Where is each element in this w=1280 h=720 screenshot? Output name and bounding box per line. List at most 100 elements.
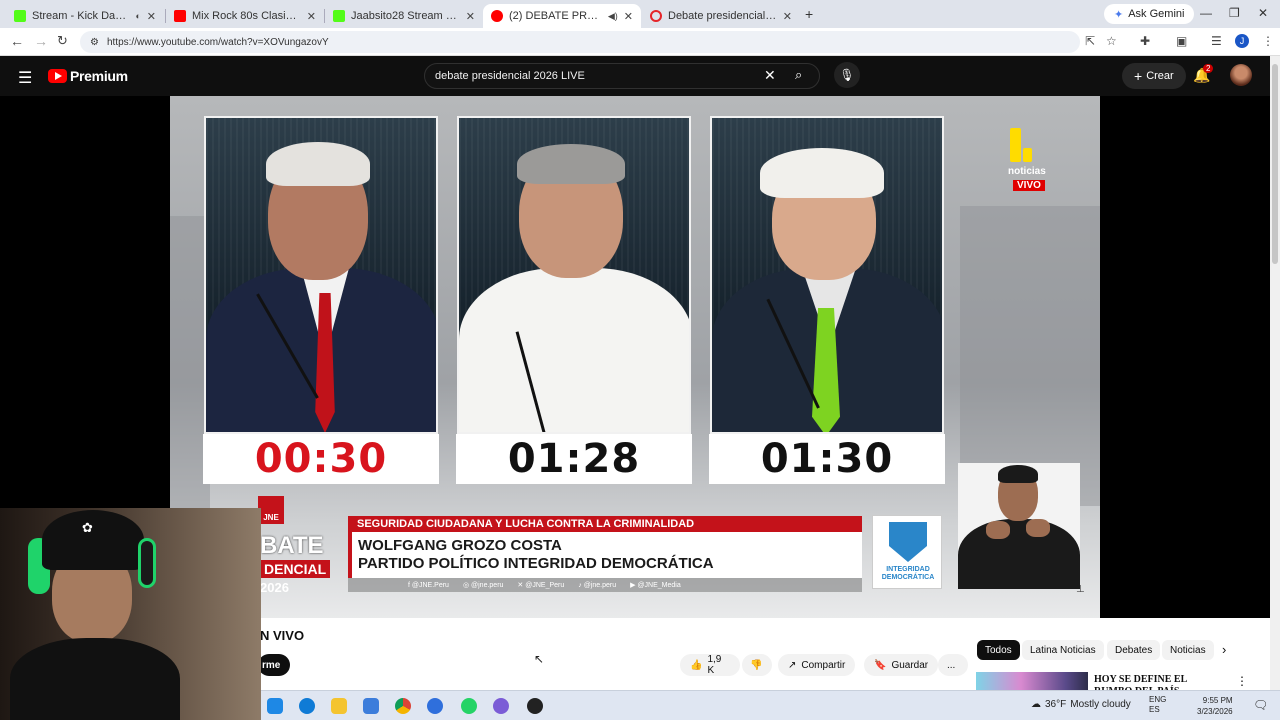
x-handle: ✕ @JNE_Peru	[517, 582, 565, 589]
youtube-favicon-icon	[491, 10, 503, 22]
recommended-video-title[interactable]: HOY SE DEFINE EL RUMBO DEL PAÍS	[1094, 674, 1214, 690]
youtube-logo-icon[interactable]	[48, 69, 67, 83]
news-favicon-icon	[650, 10, 662, 22]
candidate-name-banner: WOLFGANG GROZO COSTA PARTIDO POLÍTICO IN…	[348, 532, 862, 578]
plus-icon: +	[1134, 68, 1143, 84]
youtube-premium-brand[interactable]: Premium	[70, 68, 128, 84]
app-icon[interactable]	[427, 698, 443, 714]
obs-icon[interactable]	[527, 698, 543, 714]
kick-favicon-icon	[333, 10, 345, 22]
forward-arrow-icon[interactable]: →	[34, 33, 48, 49]
thumbs-up-icon: 👍	[690, 659, 703, 671]
speaker-timer-right: 01:30	[709, 434, 945, 484]
debate-topic-banner: SEGURIDAD CIUDADANA Y LUCHA CONTRA LA CR…	[348, 516, 862, 532]
search-input[interactable]: debate presidencial 2026 LIVE	[424, 63, 820, 89]
chevron-right-icon[interactable]: ›	[1222, 642, 1226, 657]
chip-debates[interactable]: Debates	[1107, 640, 1161, 660]
chrome-icon[interactable]	[395, 698, 411, 714]
notification-count-badge: 2	[1203, 64, 1214, 73]
instagram-handle: ◎ @jne.peru	[462, 582, 504, 589]
chip-noticias[interactable]: Noticias	[1162, 640, 1214, 660]
install-app-icon[interactable]: ⇱	[1085, 34, 1095, 48]
close-tab-icon[interactable]: ✕	[624, 10, 633, 23]
bookmark-icon: 🔖	[874, 659, 887, 671]
palace-facade-right	[960, 206, 1100, 506]
voice-search-mic-icon[interactable]: 🎙	[834, 62, 860, 88]
hamburger-menu-icon[interactable]: ☰	[18, 68, 32, 88]
more-options-icon[interactable]: ⋮	[1236, 674, 1248, 688]
browser-tab-debate-article[interactable]: Debate presidencial: estos son... ✕	[642, 4, 800, 28]
cloud-icon: ☁	[1031, 699, 1041, 710]
watermark-icon: ⊥	[1076, 584, 1085, 595]
recommended-video-thumbnail[interactable]	[976, 672, 1088, 690]
clear-search-icon[interactable]: ✕	[764, 67, 776, 84]
ask-gemini-button[interactable]: ✦ Ask Gemini	[1104, 4, 1195, 24]
close-window-button[interactable]: ✕	[1258, 6, 1268, 20]
subscribe-button[interactable]: rme	[258, 654, 291, 676]
browser-tab-mix-rock[interactable]: Mix Rock 80s Clasicos 2021 dj... ✕	[166, 4, 324, 28]
system-clock[interactable]: 9:55 PM 3/23/2026	[1197, 695, 1233, 717]
mute-icon[interactable]: ◐	[135, 11, 140, 21]
back-arrow-icon[interactable]: ←	[10, 33, 24, 49]
weather-widget[interactable]: ☁ 36°F Mostly cloudy	[1031, 699, 1131, 710]
social-handles-bar: f @JNE.Peru ◎ @jne.peru ✕ @JNE_Peru ♪ @j…	[348, 578, 862, 592]
maximize-window-button[interactable]: ❐	[1229, 6, 1240, 20]
like-button[interactable]: 👍 1,9 K	[680, 654, 740, 676]
streamer-webcam-overlay: ✿	[0, 508, 261, 720]
discord-icon[interactable]	[493, 698, 509, 714]
profile-avatar[interactable]: J	[1235, 34, 1249, 48]
candidate-feed-center	[457, 116, 691, 434]
dislike-button[interactable]: 👎	[742, 654, 772, 676]
candidate-party: PARTIDO POLÍTICO INTEGRIDAD DEMOCRÁTICA	[358, 555, 714, 572]
tab-search-icon[interactable]: ☰	[1211, 34, 1222, 48]
close-tab-icon[interactable]: ✕	[147, 10, 156, 23]
debate-presidencial-brand: BATE DENCIAL 2026	[260, 496, 350, 600]
create-button[interactable]: + Crear	[1122, 63, 1186, 89]
address-bar[interactable]: ⚙ https://www.youtube.com/watch?v=XOVung…	[80, 31, 1080, 53]
streamer-body	[10, 638, 180, 720]
facebook-handle: f @JNE.Peru	[408, 581, 449, 589]
close-tab-icon[interactable]: ✕	[466, 10, 475, 23]
reload-icon[interactable]: ↻	[57, 33, 68, 49]
windows-start-icon[interactable]	[267, 698, 283, 714]
close-tab-icon[interactable]: ✕	[783, 10, 792, 23]
bookmark-star-icon[interactable]: ☆	[1106, 34, 1117, 48]
file-explorer-icon[interactable]	[331, 698, 347, 714]
browser-tab-strip: Stream - Kick Dashboard ◐ ✕ Mix Rock 80s…	[0, 0, 1280, 28]
thumbs-down-icon: 👎	[750, 659, 763, 671]
side-panel-icon[interactable]: ▣	[1176, 34, 1187, 48]
extensions-icon[interactable]: ✚	[1140, 34, 1150, 48]
windows-taskbar: ☁ 36°F Mostly cloudy ENG ES 9:55 PM 3/23…	[261, 690, 1280, 720]
youtube-favicon-icon	[174, 10, 186, 22]
save-button[interactable]: 🔖 Guardar	[864, 654, 939, 676]
video-player[interactable]: 00:30 01:28 01:30 noticias VIVO JNE BATE	[170, 96, 1100, 618]
share-button[interactable]: ↗ Compartir	[778, 654, 856, 676]
speaker-timer-center: 01:28	[456, 434, 692, 484]
scrollbar-thumb[interactable]	[1272, 64, 1278, 264]
sign-language-interpreter-feed	[958, 463, 1080, 589]
photos-icon[interactable]	[363, 698, 379, 714]
browser-menu-icon[interactable]: ⋮	[1262, 34, 1274, 48]
more-actions-button[interactable]: ...	[938, 654, 968, 676]
new-tab-button[interactable]: +	[805, 6, 813, 22]
chip-todos[interactable]: Todos	[977, 640, 1020, 660]
tiktok-handle: ♪ @jne.peru	[578, 581, 617, 589]
user-avatar[interactable]	[1230, 64, 1252, 86]
close-tab-icon[interactable]: ✕	[307, 10, 316, 23]
minimize-window-button[interactable]: —	[1200, 6, 1212, 20]
language-indicator[interactable]: ENG ES	[1149, 695, 1166, 715]
browser-tab-jaabsito-stream[interactable]: Jaabsito28 Stream - Watch Live ✕	[325, 4, 483, 28]
browser-tab-kick-dashboard[interactable]: Stream - Kick Dashboard ◐ ✕	[6, 4, 164, 28]
page-scrollbar[interactable]	[1270, 56, 1280, 690]
browser-tab-debate-presidencial[interactable]: (2) DEBATE PRESIDENCIAL ◀) ✕	[483, 4, 641, 28]
edge-icon[interactable]	[299, 698, 315, 714]
whatsapp-icon[interactable]	[461, 698, 477, 714]
streamer-cap	[42, 510, 144, 570]
search-icon[interactable]: ⌕	[795, 67, 802, 83]
chip-latina-noticias[interactable]: Latina Noticias	[1022, 640, 1104, 660]
youtube-header: ☰ Premium debate presidencial 2026 LIVE …	[0, 56, 1280, 96]
site-info-icon[interactable]: ⚙	[90, 37, 99, 48]
candidate-name: WOLFGANG GROZO COSTA	[358, 537, 562, 554]
audio-playing-icon[interactable]: ◀)	[608, 11, 618, 22]
notification-center-icon[interactable]: 🗨	[1253, 698, 1268, 712]
